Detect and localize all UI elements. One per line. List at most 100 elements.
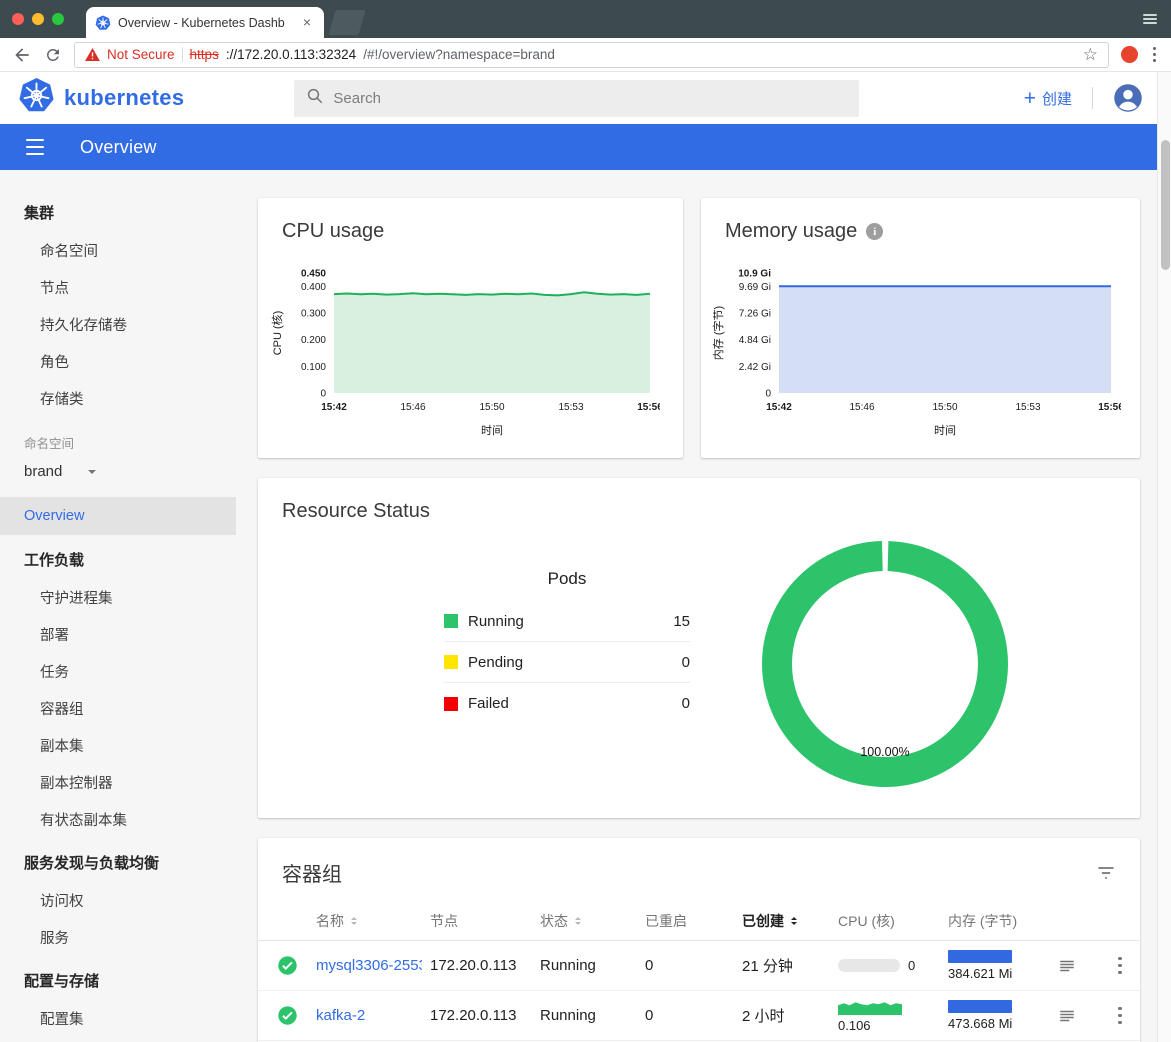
namespace-selector[interactable]: brand xyxy=(0,454,236,489)
user-avatar-icon[interactable] xyxy=(1113,83,1143,113)
sidebar-item-jobs[interactable]: 任务 xyxy=(0,653,236,690)
sidebar-item-services[interactable]: 服务 xyxy=(0,919,236,956)
sidebar-item-persistent-volumes[interactable]: 持久化存储卷 xyxy=(0,306,236,343)
row-menu-icon[interactable] xyxy=(1100,1005,1140,1026)
memory-bar xyxy=(948,1000,1012,1013)
column-header-name[interactable]: 名称 xyxy=(316,911,430,931)
column-label-name: 名称 xyxy=(316,911,344,931)
sidebar-item-daemon-sets[interactable]: 守护进程集 xyxy=(0,579,236,616)
filter-icon[interactable] xyxy=(1096,863,1116,883)
bookmark-star-icon[interactable] xyxy=(1083,45,1098,65)
svg-text:0.100: 0.100 xyxy=(301,362,326,373)
failed-swatch xyxy=(444,697,458,711)
sidebar-item-config-maps[interactable]: 配置集 xyxy=(0,1000,236,1037)
row-menu-icon[interactable] xyxy=(1100,955,1140,976)
pending-label: Pending xyxy=(468,654,523,671)
running-count: 15 xyxy=(673,613,690,630)
new-tab-button[interactable] xyxy=(328,10,365,35)
sidebar-item-overview[interactable]: Overview xyxy=(0,497,236,535)
column-header-cpu[interactable]: CPU (核) xyxy=(838,911,948,931)
column-header-restarts[interactable]: 已重启 xyxy=(645,911,742,931)
sidebar-item-namespaces[interactable]: 命名空间 xyxy=(0,232,236,269)
search-input[interactable] xyxy=(333,90,847,107)
browser-tab[interactable]: Overview - Kubernetes Dashb xyxy=(86,7,324,38)
table-header-row: 名称 节点 状态 已重启 已创建 CPU (核) 内存 (字节) xyxy=(258,901,1140,941)
column-header-status[interactable]: 状态 xyxy=(540,911,645,931)
column-label-node: 节点 xyxy=(430,911,458,931)
sidebar-item-replica-sets[interactable]: 副本集 xyxy=(0,727,236,764)
sidebar-item-pods[interactable]: 容器组 xyxy=(0,690,236,727)
sidebar-section-workloads: 工作负载 xyxy=(0,539,236,579)
column-label-memory: 内存 (字节) xyxy=(948,911,1017,931)
failed-count: 0 xyxy=(682,695,690,712)
svg-text:0: 0 xyxy=(320,389,326,400)
running-swatch xyxy=(444,614,458,628)
svg-text:0.450: 0.450 xyxy=(301,269,326,280)
fullscreen-window-button[interactable] xyxy=(52,13,64,25)
cpu-sparkline xyxy=(838,999,948,1015)
header-divider xyxy=(1092,87,1093,109)
search-box[interactable] xyxy=(294,80,859,117)
sidebar-item-stateful-sets[interactable]: 有状态副本集 xyxy=(0,801,236,838)
table-row: kafka-2 172.20.0.113 Running 0 2 小时 0.10… xyxy=(258,991,1140,1041)
url-scheme: https xyxy=(190,47,219,62)
pod-age: 21 分钟 xyxy=(742,955,838,976)
column-header-node[interactable]: 节点 xyxy=(430,911,540,931)
kubernetes-brand[interactable]: kubernetes xyxy=(18,77,184,119)
scrollbar-thumb[interactable] xyxy=(1161,140,1170,270)
kubernetes-logo-icon xyxy=(18,77,55,119)
browser-window: Overview - Kubernetes Dashb Not Secure h… xyxy=(0,0,1171,1042)
namespace-label: 命名空间 xyxy=(0,417,236,454)
svg-text:15:50: 15:50 xyxy=(479,402,504,413)
page-title: Overview xyxy=(80,137,157,158)
tab-close-icon[interactable] xyxy=(299,15,315,31)
create-button[interactable]: 创建 xyxy=(1024,88,1072,109)
sidebar-item-ingresses[interactable]: 访问权 xyxy=(0,882,236,919)
column-header-created[interactable]: 已创建 xyxy=(742,911,838,931)
close-window-button[interactable] xyxy=(12,13,24,25)
address-bar[interactable]: Not Secure https ://172.20.0.113:32324 /… xyxy=(74,42,1109,68)
memory-usage-card: Memory usage 10.9 Gi9.69 Gi7.26 Gi4.84 G… xyxy=(701,198,1140,458)
tab-title: Overview - Kubernetes Dashb xyxy=(118,16,292,30)
menu-icon[interactable] xyxy=(26,137,44,158)
sidebar-item-nodes[interactable]: 节点 xyxy=(0,269,236,306)
sidebar-item-replication-controllers[interactable]: 副本控制器 xyxy=(0,764,236,801)
failed-label: Failed xyxy=(468,695,509,712)
column-header-memory[interactable]: 内存 (字节) xyxy=(948,911,1058,931)
extension-icon[interactable] xyxy=(1121,46,1138,63)
scrollbar[interactable] xyxy=(1157,72,1171,1042)
back-icon[interactable] xyxy=(12,45,32,65)
tab-strip-menu-icon[interactable] xyxy=(1143,14,1157,24)
svg-text:15:46: 15:46 xyxy=(400,402,425,413)
sidebar-item-roles[interactable]: 角色 xyxy=(0,343,236,380)
sidebar-item-deployments[interactable]: 部署 xyxy=(0,616,236,653)
app-toolbar: Overview xyxy=(0,124,1171,170)
pods-chart-title: Pods xyxy=(444,569,690,589)
pod-status: Running xyxy=(540,1007,645,1024)
content-area: 集群 命名空间 节点 持久化存储卷 角色 存储类 命名空间 brand Over… xyxy=(0,170,1171,1042)
pods-table-title: 容器组 xyxy=(282,858,342,887)
logs-icon[interactable] xyxy=(1058,1007,1100,1025)
main-panel: CPU usage 0.4500.4000.3000.2000.100015:4… xyxy=(236,170,1171,1042)
pods-table-card: 容器组 名称 节点 状态 已重启 xyxy=(258,838,1140,1042)
svg-text:2.42 Gi: 2.42 Gi xyxy=(739,362,771,373)
sidebar-item-storage-classes[interactable]: 存储类 xyxy=(0,380,236,417)
svg-text:0: 0 xyxy=(765,389,771,400)
svg-text:时间: 时间 xyxy=(481,424,503,437)
svg-text:0.300: 0.300 xyxy=(301,309,326,320)
sidebar-item-persistent-volume-claims[interactable]: 持久化存储卷索取 xyxy=(0,1037,236,1042)
minimize-window-button[interactable] xyxy=(32,13,44,25)
url-path: /#!/overview?namespace=brand xyxy=(363,47,1076,62)
window-controls xyxy=(12,13,64,25)
reload-icon[interactable] xyxy=(44,46,62,64)
sidebar: 集群 命名空间 节点 持久化存储卷 角色 存储类 命名空间 brand Over… xyxy=(0,170,236,1042)
pod-name-link[interactable]: kafka-2 xyxy=(316,1007,422,1024)
browser-menu-icon[interactable] xyxy=(1150,46,1159,64)
pod-name-link[interactable]: mysql3306-2553 xyxy=(316,957,422,974)
svg-text:15:42: 15:42 xyxy=(766,402,792,413)
sidebar-section-discovery: 服务发现与负载均衡 xyxy=(0,842,236,882)
logs-icon[interactable] xyxy=(1058,957,1100,975)
cpu-card-title: CPU usage xyxy=(258,198,683,249)
info-icon[interactable] xyxy=(866,223,883,240)
pod-cpu-cell: 0 xyxy=(838,958,948,973)
